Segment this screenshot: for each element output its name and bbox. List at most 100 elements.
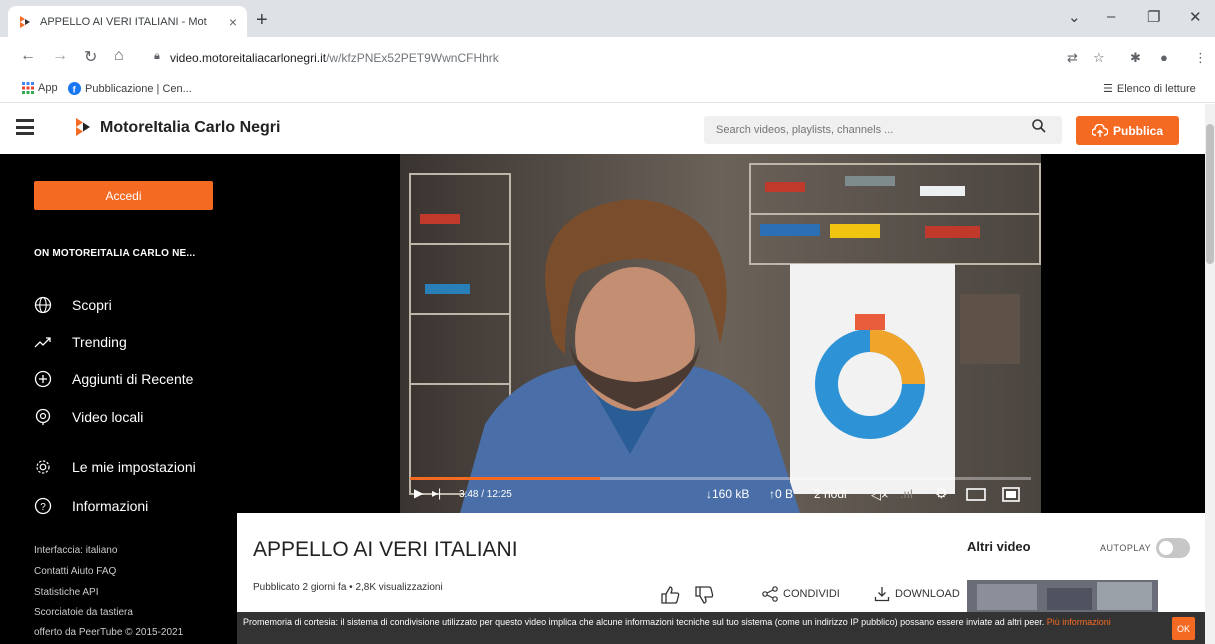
sidebar-item-label: Le mie impostazioni <box>72 459 196 475</box>
profile-icon[interactable]: ● <box>1160 50 1168 65</box>
sidebar-item-video-locali[interactable]: Video locali <box>34 408 143 426</box>
bookmark-label: Pubblicazione | Cen... <box>85 82 192 95</box>
footer-language-link[interactable]: Interfaccia: italiano <box>34 545 117 556</box>
share-label: CONDIVIDI <box>783 588 840 600</box>
toggle-knob <box>1159 541 1173 555</box>
sidebar-section-heading: ON MOTOREITALIA CARLO NE... <box>34 248 196 259</box>
download-icon <box>874 587 890 602</box>
tab-search-icon[interactable]: ⌄ <box>1068 8 1081 26</box>
facebook-icon: f <box>68 82 81 95</box>
sidebar-item-informazioni[interactable]: ? Informazioni <box>34 497 148 515</box>
url-domain: video.motoreitaliacarlonegri.it <box>170 51 327 65</box>
globe-icon <box>34 296 52 314</box>
volume-bars-icon[interactable]: .ııl <box>900 487 913 501</box>
time-display: 3:48 / 12:25 <box>459 489 512 500</box>
sidebar-item-label: Trending <box>72 334 127 350</box>
volume-icon[interactable]: ◁× <box>871 487 889 503</box>
restore-icon[interactable]: ❐ <box>1147 8 1160 26</box>
minimize-icon[interactable]: – <box>1107 8 1115 25</box>
cookie-ok-button[interactable]: OK <box>1172 617 1195 640</box>
bookmark-apps[interactable]: App <box>22 82 58 94</box>
close-window-icon[interactable]: ✕ <box>1189 8 1202 26</box>
footer-shortcuts-link[interactable]: Scorciatoie da tastiera <box>34 607 133 618</box>
related-video-thumbnail[interactable] <box>967 580 1158 614</box>
star-bookmark-icon[interactable]: ☆ <box>1093 50 1105 66</box>
help-circle-icon: ? <box>34 497 52 515</box>
sidebar-item-le-mie-impostazioni[interactable]: Le mie impostazioni <box>34 458 196 476</box>
upload-cloud-icon <box>1091 123 1108 137</box>
share-icon <box>762 586 778 602</box>
reload-icon[interactable]: ↻ <box>84 47 97 67</box>
footer-powered-by[interactable]: offerto da PeerTube © 2015-2021 <box>34 627 183 638</box>
cookie-more-link[interactable]: Più informazioni <box>1047 617 1111 627</box>
autoplay-toggle[interactable] <box>1156 538 1190 558</box>
svg-text:?: ? <box>40 502 46 513</box>
sidebar-item-label: Aggiunti di Recente <box>72 371 194 387</box>
peers-count: 2 nodi <box>814 487 847 501</box>
download-button[interactable]: DOWNLOAD <box>874 586 960 602</box>
hamburger-menu-icon[interactable] <box>16 119 34 135</box>
seek-bar-progress <box>410 477 601 480</box>
sidebar-item-label: Informazioni <box>72 498 149 514</box>
theater-mode-icon[interactable] <box>966 488 986 504</box>
play-icon[interactable]: ▶ <box>414 486 423 500</box>
download-label: DOWNLOAD <box>895 588 960 600</box>
translate-icon[interactable]: ⇄ <box>1067 50 1078 66</box>
dislike-button[interactable] <box>694 586 714 604</box>
related-videos-heading: Altri video <box>967 539 1031 554</box>
publish-label: Pubblica <box>1112 123 1163 138</box>
login-button[interactable]: Accedi <box>34 181 213 210</box>
url-path: /w/kfzPNEx52PET9WwnCFHhrk <box>326 51 499 65</box>
sidebar-item-trending[interactable]: Trending <box>34 333 127 351</box>
reading-list-icon: ☰ <box>1103 83 1113 95</box>
lock-icon[interactable]: 🔒︎ <box>154 50 160 63</box>
home-icon[interactable]: ⌂ <box>114 47 124 65</box>
forward-icon[interactable]: → <box>52 47 68 65</box>
share-button[interactable]: CONDIVIDI <box>762 586 840 602</box>
video-meta: Pubblicato 2 giorni fa • 2,8K visualizza… <box>253 582 443 593</box>
sidebar-item-scopri[interactable]: Scopri <box>34 296 112 314</box>
scrollbar-thumb[interactable] <box>1206 124 1214 264</box>
site-name[interactable]: MotoreItalia Carlo Negri <box>100 119 280 137</box>
sidebar-item-label: Video locali <box>72 409 144 425</box>
search-icon[interactable] <box>1032 119 1046 133</box>
publish-button[interactable]: Pubblica <box>1076 116 1179 145</box>
peertube-favicon-icon <box>20 15 30 28</box>
settings-gear-icon[interactable]: ⚙ <box>935 485 948 502</box>
apps-grid-icon <box>22 82 34 94</box>
autoplay-label: AUTOPLAY <box>1100 543 1152 553</box>
bookmark-pubblicazione[interactable]: f Pubblicazione | Cen... <box>68 82 192 95</box>
video-title: APPELLO AI VERI ITALIANI <box>253 538 518 561</box>
back-icon[interactable]: ← <box>20 47 36 65</box>
extensions-icon[interactable]: ✱ <box>1130 50 1141 66</box>
browser-tab[interactable]: APPELLO AI VERI ITALIANI - Mot × <box>8 6 247 37</box>
site-logo-icon[interactable] <box>75 117 91 137</box>
reading-list-label: Elenco di letture <box>1116 82 1196 95</box>
footer-links[interactable]: Contatti Aiuto FAQ <box>34 566 116 577</box>
search-input[interactable] <box>704 116 1062 144</box>
next-icon[interactable]: ▸| <box>432 486 441 500</box>
video-frame[interactable] <box>400 154 1041 513</box>
upload-rate: ↑0 B <box>769 487 794 501</box>
url-text[interactable]: video.motoreitaliacarlonegri.it/w/kfzPNE… <box>170 51 499 65</box>
thumbs-down-icon <box>695 586 714 604</box>
sidebar-item-label: Scopri <box>72 297 112 313</box>
download-rate: ↓160 kB <box>706 487 750 501</box>
cookie-text: Promemoria di cortesia: il sistema di co… <box>243 617 1045 627</box>
fullscreen-icon[interactable] <box>1002 487 1020 505</box>
new-tab-button[interactable]: + <box>256 9 268 32</box>
cookie-notice: Promemoria di cortesia: il sistema di co… <box>237 612 1205 644</box>
tab-title: APPELLO AI VERI ITALIANI - Mot <box>40 15 207 28</box>
gear-icon <box>34 458 52 476</box>
trending-icon <box>34 333 52 351</box>
tab-close-icon[interactable]: × <box>229 14 237 30</box>
bookmark-label: App <box>38 82 58 94</box>
thumbs-up-icon <box>661 586 680 604</box>
footer-stats-api-links[interactable]: Statistiche API <box>34 587 98 598</box>
reading-list-button[interactable]: ☰ Elenco di letture <box>1103 82 1196 96</box>
sidebar-item-aggiunti-di-recente[interactable]: Aggiunti di Recente <box>34 370 193 388</box>
like-button[interactable] <box>660 586 680 604</box>
location-pin-icon <box>34 408 52 426</box>
menu-dots-icon[interactable]: ⋮ <box>1194 50 1207 66</box>
plus-circle-icon <box>34 370 52 388</box>
